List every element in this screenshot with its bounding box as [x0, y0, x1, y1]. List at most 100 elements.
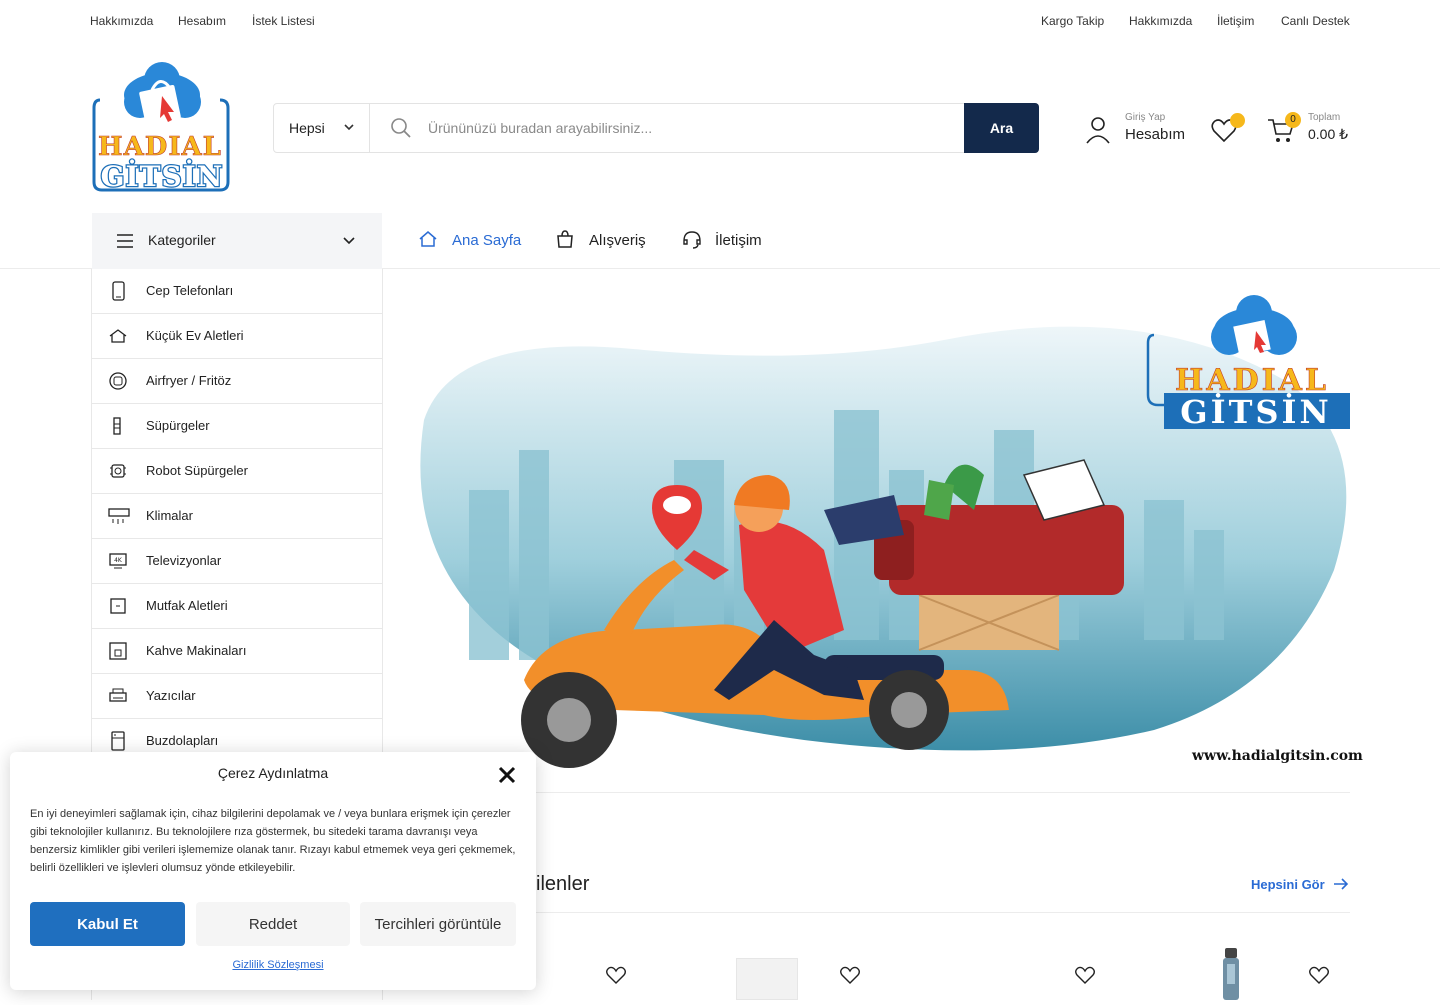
- site-logo[interactable]: HADIAL GİTSİN: [90, 60, 235, 196]
- top-link-iletisim[interactable]: İletişim: [1217, 14, 1254, 28]
- product-wishlist-button[interactable]: [1071, 962, 1099, 990]
- category-label: Süpürgeler: [146, 418, 210, 433]
- top-link-canli-destek[interactable]: Canlı Destek: [1281, 14, 1350, 28]
- search-input[interactable]: [428, 116, 948, 140]
- product-image[interactable]: [1218, 948, 1244, 1000]
- category-item[interactable]: Robot Süpürgeler: [92, 449, 382, 494]
- search-category-value: Hepsi: [289, 120, 325, 136]
- search-bar: Hepsi Ara: [273, 103, 1039, 153]
- category-label: Yazıcılar: [146, 688, 196, 703]
- category-label: Televizyonlar: [146, 553, 222, 568]
- product-wishlist-button[interactable]: [836, 962, 864, 990]
- see-all-label: Hepsini Gör: [1251, 877, 1325, 892]
- search-category-select[interactable]: Hepsi: [274, 104, 370, 152]
- category-item[interactable]: Küçük Ev Aletleri: [92, 314, 382, 359]
- cookie-text: En iyi deneyimleri sağlamak için, cihaz …: [30, 808, 516, 874]
- category-item[interactable]: Süpürgeler: [92, 404, 382, 449]
- tv-icon: 4K: [109, 553, 127, 569]
- category-label: Küçük Ev Aletleri: [146, 328, 244, 343]
- menu-icon: [117, 234, 133, 248]
- category-label: Mutfak Aletleri: [146, 598, 228, 613]
- hero-banner[interactable]: HADIAL GİTSİN: [384, 270, 1350, 770]
- cookie-accept-button[interactable]: Kabul Et: [30, 902, 185, 946]
- search-icon: [391, 118, 411, 138]
- category-label: Airfryer / Fritöz: [146, 373, 232, 388]
- cart-total-value: 0.00 ₺: [1308, 126, 1349, 142]
- category-label: Klimalar: [146, 508, 193, 523]
- hero-logo-line2: GİTSİN: [1180, 393, 1331, 431]
- nav-item-iletisim[interactable]: İletişim: [681, 229, 781, 253]
- logo-line2: GİTSİN: [101, 159, 224, 193]
- robot-vacuum-icon: [110, 464, 126, 478]
- nav-item-label: İletişim: [715, 232, 762, 249]
- product-wishlist-button[interactable]: [1305, 962, 1333, 990]
- category-label: Robot Süpürgeler: [146, 463, 248, 478]
- hero-url: www.hadialgitsin.com: [1192, 748, 1363, 764]
- chevron-down-icon: [343, 237, 355, 245]
- categories-toggle[interactable]: Kategoriler: [92, 213, 382, 269]
- heart-icon: [1309, 966, 1329, 984]
- cart-button[interactable]: 0 Toplam 0.00 ₺: [1266, 110, 1366, 150]
- category-label: Kahve Makinaları: [146, 643, 247, 658]
- search-button[interactable]: Ara: [964, 103, 1039, 153]
- section-title: ilenler: [536, 873, 590, 895]
- airfryer-icon: [109, 372, 127, 390]
- arrow-right-icon: [1334, 878, 1349, 890]
- fridge-icon: [111, 731, 125, 751]
- category-label: Buzdolapları: [146, 733, 219, 748]
- cookie-preferences-button[interactable]: Tercihleri görüntüle: [360, 902, 516, 946]
- top-bar: Hakkımızda Hesabım İstek Listesi Kargo T…: [0, 0, 1440, 42]
- coffee-machine-icon: [109, 642, 127, 660]
- nav-item-label: Ana Sayfa: [452, 232, 522, 249]
- top-link-istek-listesi[interactable]: İstek Listesi: [252, 14, 315, 28]
- cookie-consent-modal: Çerez Aydınlatma En iyi deneyimleri sağl…: [10, 752, 536, 990]
- svg-text:4K: 4K: [114, 557, 123, 564]
- shopping-bag-icon: [557, 230, 573, 248]
- category-item[interactable]: Klimalar: [92, 494, 382, 539]
- category-item[interactable]: Kahve Makinaları: [92, 629, 382, 674]
- hero-illustration: HADIAL GİTSİN: [420, 295, 1350, 768]
- account-link[interactable]: Giriş Yap Hesabım: [1082, 110, 1202, 150]
- heart-icon: [606, 966, 626, 984]
- vacuum-product-graphic: [1223, 948, 1239, 1000]
- top-link-hesabim[interactable]: Hesabım: [178, 14, 226, 28]
- category-item[interactable]: Cep Telefonları: [92, 269, 382, 314]
- top-link-kargo-takip[interactable]: Kargo Takip: [1041, 14, 1104, 28]
- top-link-hakkimizda-right[interactable]: Hakkımızda: [1129, 14, 1192, 28]
- product-image[interactable]: [736, 958, 798, 1000]
- kitchen-icon: [110, 598, 126, 614]
- home-icon: [419, 231, 437, 247]
- vacuum-icon: [113, 417, 121, 435]
- heart-icon: [840, 966, 860, 984]
- wishlist-badge: [1230, 113, 1245, 128]
- printer-icon: [109, 688, 127, 702]
- category-label: Cep Telefonları: [146, 283, 234, 298]
- cookie-title: Çerez Aydınlatma: [217, 765, 329, 781]
- see-all-link[interactable]: Hepsini Gör: [1251, 877, 1349, 892]
- wishlist-button[interactable]: [1210, 113, 1246, 145]
- user-icon: [1086, 117, 1110, 144]
- top-link-hakkimizda[interactable]: Hakkımızda: [90, 14, 153, 28]
- home-appliance-icon: [109, 329, 127, 343]
- air-conditioner-icon: [108, 508, 130, 524]
- logo-line1: HADIAL: [98, 132, 222, 162]
- category-item[interactable]: Mutfak Aletleri: [92, 584, 382, 629]
- nav-item-alisveris[interactable]: Alışveriş: [555, 229, 665, 253]
- cart-count-badge: 0: [1285, 112, 1301, 128]
- account-label: Hesabım: [1125, 126, 1186, 143]
- account-small-label: Giriş Yap: [1125, 112, 1166, 123]
- categories-label: Kategoriler: [148, 232, 216, 248]
- chevron-down-icon: [344, 124, 354, 131]
- privacy-policy-link[interactable]: Gizlilik Sözleşmesi: [10, 959, 546, 971]
- cart-total-label: Toplam: [1308, 112, 1341, 123]
- category-item[interactable]: Yazıcılar: [92, 674, 382, 719]
- heart-icon: [1075, 966, 1095, 984]
- product-wishlist-button[interactable]: [602, 962, 630, 990]
- category-item[interactable]: Airfryer / Fritöz: [92, 359, 382, 404]
- cookie-reject-button[interactable]: Reddet: [196, 902, 350, 946]
- category-item[interactable]: 4K Televizyonlar: [92, 539, 382, 584]
- headset-icon: [683, 231, 701, 249]
- close-icon[interactable]: [496, 764, 518, 786]
- nav-item-ana-sayfa[interactable]: Ana Sayfa: [418, 229, 538, 253]
- nav-item-label: Alışveriş: [589, 232, 646, 249]
